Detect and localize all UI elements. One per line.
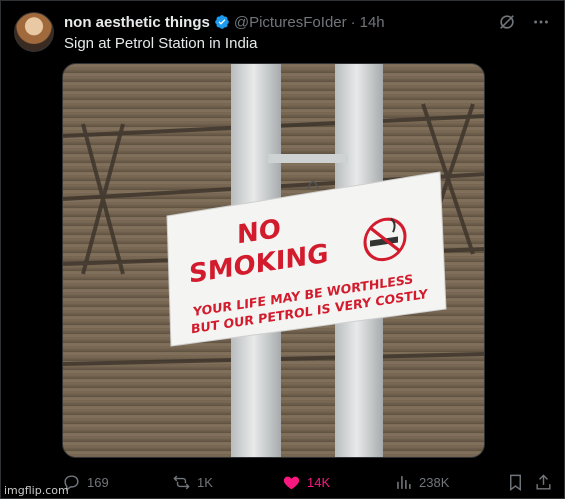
- tweet-header: non aesthetic things @PicturesFoIder · 1…: [64, 12, 495, 32]
- verified-icon: [214, 14, 230, 30]
- reply-button[interactable]: 169: [62, 470, 109, 494]
- like-count: 14K: [307, 474, 331, 490]
- bookmark-button[interactable]: [506, 470, 525, 494]
- separator: ·: [350, 13, 356, 31]
- views-count: 238K: [419, 474, 450, 490]
- views-icon: [397, 475, 411, 489]
- reply-count: 169: [87, 474, 109, 490]
- more-icon[interactable]: [531, 12, 551, 32]
- grok-icon[interactable]: [497, 12, 517, 32]
- tweet-text: Sign at Petrol Station in India: [64, 35, 258, 52]
- views-button[interactable]: 238K: [394, 470, 449, 494]
- author-handle[interactable]: @PicturesFoIder: [234, 14, 347, 31]
- repost-icon: [173, 475, 190, 489]
- repost-button[interactable]: 1K: [172, 470, 213, 494]
- top-actions: [497, 12, 551, 32]
- tweet-photo[interactable]: NO SMOKING YOUR LIFE MAY BE WORTHLESS BU…: [62, 63, 485, 458]
- watermark: imgflip.com: [4, 484, 69, 497]
- share-button[interactable]: [534, 470, 553, 494]
- like-icon: [283, 476, 300, 489]
- avatar[interactable]: [14, 12, 54, 52]
- author-name[interactable]: non aesthetic things: [64, 14, 210, 31]
- action-bar: 169 1K 14K 238K: [62, 470, 557, 494]
- bookmark-icon: [510, 474, 521, 491]
- share-icon: [536, 473, 551, 490]
- repost-count: 1K: [197, 474, 213, 490]
- timestamp[interactable]: 14h: [360, 14, 385, 31]
- like-button[interactable]: 14K: [282, 470, 330, 494]
